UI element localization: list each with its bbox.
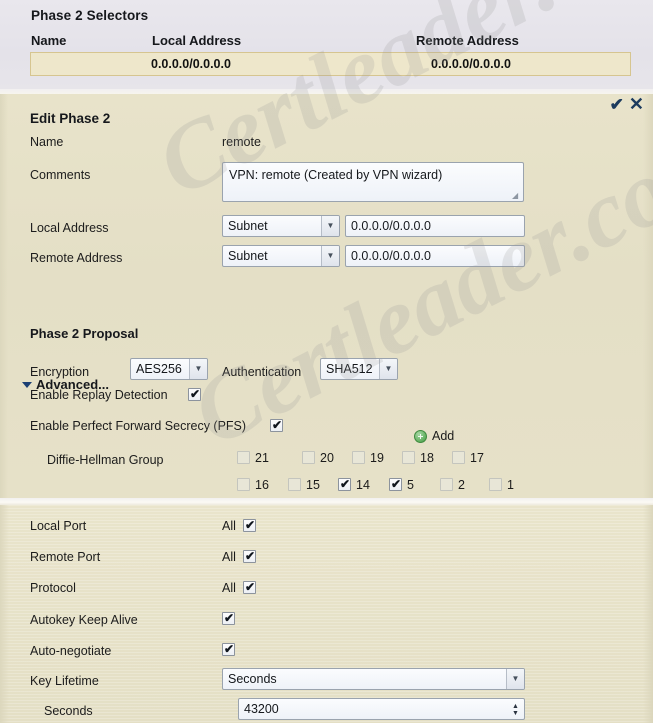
panel-divider (0, 498, 653, 505)
remote-port-label: Remote Port (30, 550, 101, 564)
authentication-select[interactable]: SHA512 ▼ (320, 358, 398, 380)
triangle-down-icon (22, 381, 32, 388)
chevron-down-icon: ▼ (379, 359, 397, 379)
dh-label-20: 20 (320, 451, 334, 465)
authentication-value: SHA512 (326, 362, 373, 376)
local-port-all-label: All (222, 519, 236, 533)
screen: Phase 2 Selectors Name Local Address Rem… (0, 0, 653, 723)
protocol-all-checkbox[interactable] (243, 580, 256, 594)
protocol-all-label: All (222, 581, 236, 595)
edit-phase2-panel: ✔ ✕ Edit Phase 2 Name remote Comments VP… (0, 94, 653, 498)
remote-port-all-checkbox[interactable] (243, 549, 256, 563)
remote-address-value: 0.0.0.0/0.0.0.0 (351, 249, 431, 263)
phase2-selectors-title: Phase 2 Selectors (31, 8, 149, 23)
phase2-proposal-title: Phase 2 Proposal (30, 326, 139, 341)
column-header-remote-address: Remote Address (416, 33, 519, 48)
key-lifetime-value: Seconds (228, 672, 277, 686)
phase2-selectors-panel: Phase 2 Selectors Name Local Address Rem… (0, 0, 653, 89)
dh-checkbox-1[interactable] (489, 478, 502, 491)
dh-label-1: 1 (507, 478, 514, 492)
replay-detection-checkbox[interactable] (188, 387, 201, 401)
name-value: remote (222, 135, 261, 149)
pfs-checkbox[interactable] (270, 418, 283, 432)
dh-label-16: 16 (255, 478, 269, 492)
local-port-label: Local Port (30, 519, 87, 533)
comments-value: VPN: remote (Created by VPN wizard) (229, 168, 443, 182)
encryption-label: Encryption (30, 365, 90, 379)
local-address-input[interactable]: 0.0.0.0/0.0.0.0 (345, 215, 525, 237)
close-icon[interactable]: ✕ (629, 95, 644, 113)
name-label: Name (30, 135, 64, 149)
dh-label-17: 17 (470, 451, 484, 465)
local-address-label: Local Address (30, 221, 109, 235)
seconds-label: Seconds (44, 704, 93, 718)
diffie-hellman-label: Diffie-Hellman Group (47, 453, 164, 467)
chevron-down-icon: ▼ (321, 216, 339, 236)
seconds-spinner[interactable]: 43200 ▲ ▼ (238, 698, 525, 720)
dh-label-2: 2 (458, 478, 465, 492)
column-header-local-address: Local Address (152, 33, 242, 48)
dh-checkbox-2[interactable] (440, 478, 453, 491)
key-lifetime-label: Key Lifetime (30, 674, 99, 688)
dialog-title: Edit Phase 2 (30, 111, 111, 126)
cell-local-address: 0.0.0.0/0.0.0.0 (151, 57, 231, 71)
dh-checkbox-19[interactable] (352, 451, 365, 464)
chevron-down-icon: ▼ (321, 246, 339, 266)
local-address-type-value: Subnet (228, 219, 268, 233)
seconds-value: 43200 (244, 702, 279, 716)
add-proposal-button[interactable]: Add (414, 429, 454, 443)
local-address-value: 0.0.0.0/0.0.0.0 (351, 219, 431, 233)
dh-checkbox-15[interactable] (288, 478, 301, 491)
dialog-header-actions: ✔ ✕ (610, 95, 644, 113)
dh-checkbox-20[interactable] (302, 451, 315, 464)
dh-label-15: 15 (306, 478, 320, 492)
cell-remote-address: 0.0.0.0/0.0.0.0 (431, 57, 511, 71)
dh-checkbox-5[interactable] (389, 477, 402, 491)
remote-address-type-select[interactable]: Subnet ▼ (222, 245, 340, 267)
comments-label: Comments (30, 168, 91, 182)
dh-checkbox-17[interactable] (452, 451, 465, 464)
dh-label-18: 18 (420, 451, 434, 465)
dh-checkbox-14[interactable] (338, 477, 351, 491)
dh-label-5: 5 (407, 478, 414, 492)
auto-negotiate-checkbox[interactable] (222, 642, 235, 656)
autokey-keep-alive-label: Autokey Keep Alive (30, 613, 138, 627)
auto-negotiate-label: Auto-negotiate (30, 644, 112, 658)
replay-detection-label: Enable Replay Detection (30, 388, 168, 402)
add-circle-icon (414, 429, 427, 443)
dh-label-21: 21 (255, 451, 269, 465)
dh-label-19: 19 (370, 451, 384, 465)
chevron-down-icon: ▼ (189, 359, 207, 379)
encryption-value: AES256 (136, 362, 182, 376)
pfs-label: Enable Perfect Forward Secrecy (PFS) (30, 419, 247, 433)
phase2-options-panel: Local Port All Remote Port All Protocol … (0, 505, 653, 723)
remote-address-input[interactable]: 0.0.0.0/0.0.0.0 (345, 245, 525, 267)
dh-checkbox-21[interactable] (237, 451, 250, 464)
chevron-down-icon: ▼ (506, 669, 524, 689)
remote-address-type-value: Subnet (228, 249, 268, 263)
remote-address-label: Remote Address (30, 251, 123, 265)
comments-textarea[interactable]: VPN: remote (Created by VPN wizard) ◢ (222, 162, 524, 202)
authentication-label: Authentication (222, 365, 302, 379)
table-row[interactable]: 0.0.0.0/0.0.0.0 0.0.0.0/0.0.0.0 (30, 52, 631, 76)
dh-checkbox-18[interactable] (402, 451, 415, 464)
local-port-all-checkbox[interactable] (243, 518, 256, 532)
column-header-name: Name (31, 33, 67, 48)
dh-label-14: 14 (356, 478, 370, 492)
dh-checkbox-16[interactable] (237, 478, 250, 491)
autokey-keep-alive-checkbox[interactable] (222, 611, 235, 625)
spinner-arrows-icon[interactable]: ▲ ▼ (510, 701, 521, 718)
encryption-select[interactable]: AES256 ▼ (130, 358, 208, 380)
confirm-check-icon[interactable]: ✔ (610, 96, 624, 113)
remote-port-all-label: All (222, 550, 236, 564)
add-label: Add (432, 429, 455, 443)
resize-grip-icon[interactable]: ◢ (512, 191, 521, 200)
local-address-type-select[interactable]: Subnet ▼ (222, 215, 340, 237)
protocol-label: Protocol (30, 581, 76, 595)
key-lifetime-select[interactable]: Seconds ▼ (222, 668, 525, 690)
